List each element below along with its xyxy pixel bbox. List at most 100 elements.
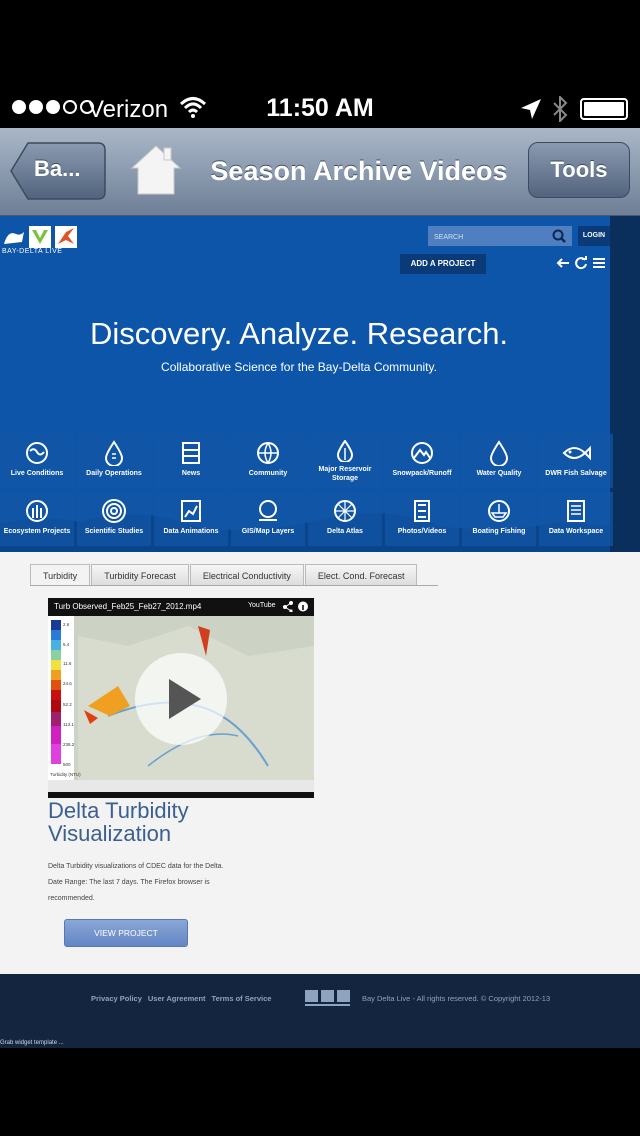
video-title: Turb Observed_Feb25_Feb27_2012.mp4 (54, 602, 202, 611)
tile-delta-atlas[interactable]: Delta Atlas (308, 492, 382, 546)
terms-of-service-link[interactable]: Terms of Service (212, 994, 272, 1003)
tile-ecosystem-projects[interactable]: Ecosystem Projects (0, 492, 74, 546)
bluetooth-icon (553, 96, 568, 122)
grab-widget-text[interactable]: Grab widget template ... (0, 1040, 64, 1046)
fish-icon (562, 445, 591, 461)
hero-toolbar (556, 256, 606, 270)
footer-logo (305, 990, 350, 1006)
battery-icon (580, 98, 628, 120)
page-title: Season Archive Videos (210, 156, 508, 186)
tile-label: Delta Atlas (327, 528, 363, 535)
video-player[interactable]: Turb Observed_Feb25_Feb27_2012.mp4 YouTu… (48, 598, 314, 798)
tile-label: DWR Fish Salvage (545, 470, 607, 477)
tile-label: Ecosystem Projects (3, 528, 71, 535)
tile-label: Photos/Videos (397, 528, 447, 535)
tile-gis-map-layers[interactable]: GIS/Map Layers (231, 492, 305, 546)
tile-label: Major Reservoir Storage (318, 466, 372, 482)
tile-photos-videos[interactable]: Photos/Videos (385, 492, 459, 546)
tile-scientific-studies[interactable]: Scientific Studies (77, 492, 151, 546)
legend-value: 238.2 (63, 742, 75, 747)
home-icon[interactable] (130, 142, 182, 198)
turbidity-map: 2.6 5.4 11.6 24.6 52.2 113.1 238.2 500 T… (48, 616, 314, 792)
data-tabs: Turbidity Turbidity Forecast Electrical … (30, 564, 418, 586)
tile-label: Water Quality (476, 470, 522, 477)
play-icon[interactable] (135, 653, 227, 745)
tile-dwr-fish-salvage[interactable]: DWR Fish Salvage (539, 434, 613, 488)
tile-live-conditions[interactable]: Live Conditions (0, 434, 74, 488)
tab-divider (30, 585, 438, 586)
navigation-bar: Ba... Season Archive Videos Tools (0, 128, 640, 216)
tile-boating-fishing[interactable]: Boating Fishing (462, 492, 536, 546)
globe-network-icon (257, 442, 279, 464)
legend-label: Turbidity (NTU) (50, 772, 81, 777)
legend-value: 5.4 (63, 642, 70, 647)
description-line: recommended. (48, 895, 95, 902)
tile-data-animations[interactable]: Data Animations (154, 492, 228, 546)
legend-value: 11.6 (63, 661, 72, 666)
tile-daily-operations[interactable]: Daily Operations (77, 434, 151, 488)
site-footer: Privacy Policy User Agreement Terms of S… (0, 974, 640, 1048)
tile-major-reservoir-storage[interactable]: Major Reservoir Storage (308, 434, 382, 488)
copyright-text: Bay Delta Live - All rights reserved. © … (362, 994, 551, 1003)
tile-label: News (181, 470, 201, 477)
bay-delta-live-logo (4, 226, 77, 248)
filmstrip-icon (414, 500, 430, 522)
tab-elect-cond-forecast[interactable]: Elect. Cond. Forecast (304, 564, 418, 586)
legend-value: 500 (63, 762, 71, 767)
login-button[interactable]: LOGIN (578, 226, 610, 246)
film-icon (182, 442, 200, 464)
tile-community[interactable]: Community (231, 434, 305, 488)
tile-water-quality[interactable]: Water Quality (462, 434, 536, 488)
privacy-policy-link[interactable]: Privacy Policy (91, 994, 142, 1003)
document-icon (567, 500, 585, 522)
map-pin-icon (259, 500, 277, 521)
description-line: Delta Turbidity visualizations of CDEC d… (48, 863, 224, 870)
footer-links: Privacy Policy User Agreement Terms of S… (91, 994, 271, 1003)
tile-label: Live Conditions (10, 470, 64, 477)
back-button-label: Ba... (34, 156, 81, 181)
water-drop-icon (489, 440, 509, 466)
location-arrow-icon (521, 99, 541, 119)
drop-gauge-icon (104, 440, 124, 466)
project-title[interactable]: Delta Turbidity Visualization (48, 799, 308, 845)
tab-turbidity-forecast[interactable]: Turbidity Forecast (91, 564, 189, 586)
tile-label: Data Animations (163, 528, 219, 535)
scroll-strip (610, 216, 640, 552)
arrow-left-icon[interactable] (556, 256, 570, 270)
wheat-icon (26, 500, 48, 522)
tab-electrical-conductivity[interactable]: Electrical Conductivity (189, 564, 304, 586)
view-project-button[interactable]: VIEW PROJECT (64, 919, 188, 947)
tile-news[interactable]: News (154, 434, 228, 488)
add-project-button[interactable]: ADD A PROJECT (400, 254, 486, 274)
search-icon[interactable] (552, 229, 566, 243)
hero-subline: Collaborative Science for the Bay-Delta … (161, 360, 437, 374)
legend-value: 52.2 (63, 702, 72, 707)
tile-label: Daily Operations (86, 470, 142, 477)
share-info-icons[interactable] (282, 601, 310, 612)
globe-icon (26, 442, 48, 464)
youtube-label: YouTube (248, 602, 276, 609)
boat-icon (488, 500, 510, 522)
search-input[interactable] (428, 227, 544, 248)
tab-turbidity[interactable]: Turbidity (30, 564, 91, 586)
reservoir-drop-icon (336, 440, 354, 462)
legend-value: 2.6 (63, 622, 70, 627)
menu-icon[interactable] (592, 256, 606, 270)
tile-label: Boating Fishing (472, 528, 526, 535)
refresh-icon[interactable] (574, 256, 588, 270)
target-icon (102, 499, 126, 523)
description-line: Date Range: The last 7 days. The Firefox… (48, 879, 210, 886)
compass-icon (334, 500, 356, 522)
status-time: 11:50 AM (266, 94, 374, 122)
tile-label: Data Workspace (548, 528, 604, 535)
user-agreement-link[interactable]: User Agreement (148, 994, 206, 1003)
chart-icon (181, 500, 201, 522)
tools-button[interactable]: Tools (528, 142, 630, 198)
tile-snowpack-runoff[interactable]: Snowpack/Runoff (385, 434, 459, 488)
phone-screen: Verizon 11:50 AM Ba... Season Archive Vi… (0, 0, 640, 1136)
search-box (428, 226, 572, 248)
back-button[interactable]: Ba... (10, 142, 106, 200)
hero-headline: Discovery. Analyze. Research. (89, 316, 509, 351)
hero-banner: BAY-DELTA LIVE LOGIN ADD A PROJECT Disco… (0, 216, 640, 552)
tile-data-workspace[interactable]: Data Workspace (539, 492, 613, 546)
